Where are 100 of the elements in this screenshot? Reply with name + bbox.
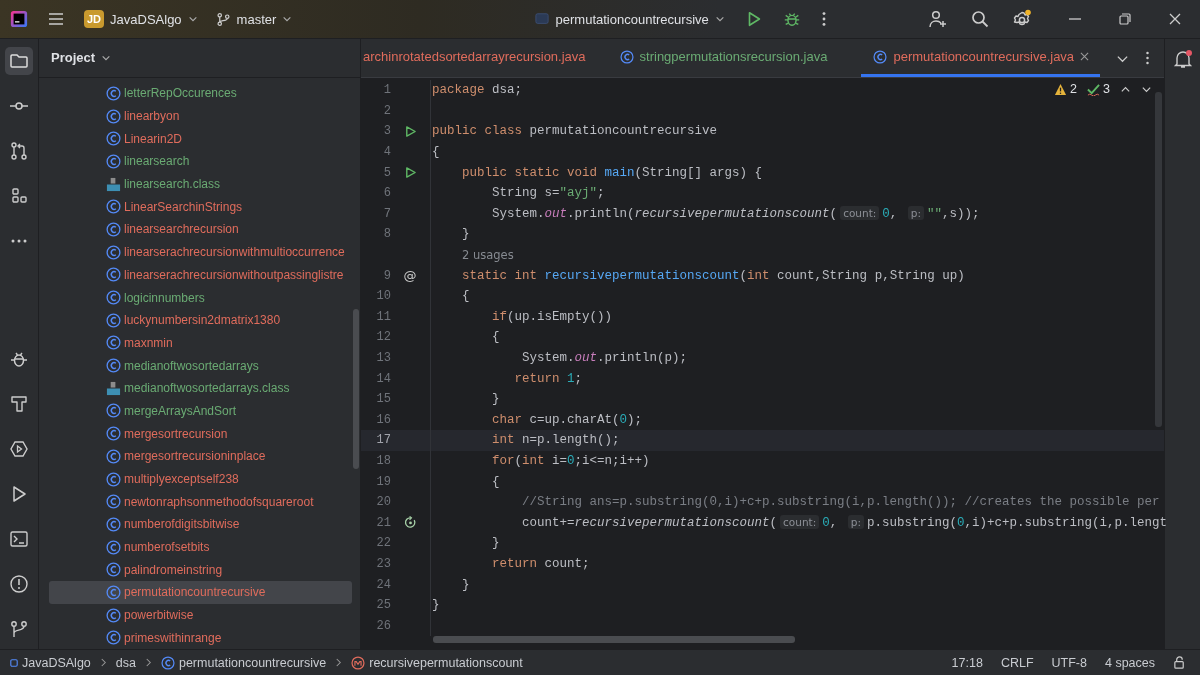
line-number: 20 [375, 495, 391, 510]
code-line: } [432, 598, 440, 613]
class-icon [160, 655, 175, 670]
app-logo-icon[interactable] [10, 10, 28, 28]
tree-item[interactable]: mergesortrecursion [49, 422, 352, 445]
code-line: } [461, 577, 470, 592]
breadcrumb[interactable]: JavaDSAlgo [10, 655, 91, 670]
code-line: } [491, 392, 500, 407]
code-line: System.out.println(p); [521, 351, 688, 365]
tree-item[interactable]: linearsearch [49, 150, 352, 173]
line-number: 3 [382, 124, 391, 139]
tree-item[interactable]: medianoftwosortedarrays [49, 354, 352, 377]
tree-item[interactable]: numberofdigitsbitwise [49, 513, 352, 536]
tree-item[interactable]: mergeArraysAndSort [49, 399, 352, 423]
code-line: char c=up.charAt(0); [491, 412, 643, 427]
breadcrumb[interactable]: recursivepermutationscount [351, 655, 523, 670]
line-number: 12 [375, 330, 391, 345]
tree-item[interactable]: LinearSearchinStrings [49, 195, 352, 219]
line-number: 21 [375, 515, 391, 530]
tree-item[interactable]: maxnmin [49, 331, 352, 355]
class-icon [106, 448, 121, 464]
tool-window-title[interactable]: Project [51, 50, 112, 66]
editor-tab[interactable]: permutationcountrecursive.java [861, 39, 1100, 77]
editor-tab[interactable]: stringpermutationsrecursion.java [619, 39, 840, 77]
tree-item[interactable]: linearserachrecursionwithoutpassinglistre [49, 263, 352, 287]
class-icon [106, 244, 121, 260]
tree-item[interactable]: Linearin2D [49, 127, 352, 151]
file-encoding[interactable]: UTF-8 [1051, 655, 1087, 670]
run-configuration-widget[interactable]: permutationcountrecursive [533, 11, 725, 27]
method-icon [351, 655, 366, 670]
more-icon[interactable] [820, 10, 827, 28]
class-icon [106, 426, 121, 442]
lock-icon[interactable] [1173, 656, 1186, 669]
tree-item[interactable]: linearserachrecursionwithmultioccurrence [49, 240, 352, 264]
class-icon [106, 267, 121, 283]
close-icon[interactable] [1080, 52, 1090, 61]
code-line: //String ans=p.substring(0,i)+c+p.substring(i,p.length()); //creates the possible per [521, 495, 1160, 510]
folder-icon[interactable] [5, 47, 33, 75]
tree-item[interactable]: luckynumbersin2dmatrix1380 [49, 308, 352, 332]
tree-item[interactable]: newtonraphsonmethodofsquareroot [49, 490, 352, 514]
class-file-icon [106, 380, 121, 396]
code-line: } [491, 536, 500, 551]
class-icon [106, 630, 121, 646]
class-icon [106, 562, 121, 578]
tree-item[interactable]: logicinnumbers [49, 286, 352, 309]
run-icon[interactable] [403, 125, 417, 138]
breadcrumb[interactable]: dsa [115, 655, 136, 670]
debug-icon[interactable] [782, 10, 801, 28]
tree-item[interactable]: multiplyexceptself238 [49, 467, 352, 491]
annotation-marker[interactable]: @ [403, 268, 417, 284]
editor-tab[interactable]: archinrotatedsortedarrayrecursion.java [361, 39, 598, 77]
warning-count[interactable]: 2 [1054, 82, 1078, 96]
project-widget[interactable]: JD JavaDSAlgo [84, 10, 198, 28]
more-icon[interactable] [1145, 50, 1150, 66]
vertical-scrollbar[interactable] [1155, 92, 1162, 427]
horizontal-scrollbar[interactable] [433, 636, 795, 643]
class-icon [106, 494, 121, 510]
tree-item[interactable]: linearbyon [49, 104, 352, 128]
line-number: 2 [382, 103, 391, 118]
search-icon[interactable] [970, 9, 990, 29]
line-number: 25 [375, 598, 391, 613]
line-number: 9 [382, 268, 391, 283]
usages-hint[interactable]: 2 usages [432, 247, 514, 262]
branch-widget[interactable]: master [215, 11, 293, 27]
code-line: { [491, 330, 500, 345]
code-line: String s="ayj"; [491, 186, 605, 201]
tree-item[interactable]: numberofsetbits [49, 535, 352, 559]
line-number: 6 [382, 186, 391, 201]
tree-item[interactable]: letterRepOccurences [49, 82, 352, 105]
line-number: 8 [382, 227, 391, 242]
code-line: public class permutationcountrecursive [432, 124, 718, 139]
indent-setting[interactable]: 4 spaces [1104, 655, 1155, 670]
class-icon [106, 358, 121, 374]
tree-item[interactable]: powerbitwise [49, 603, 352, 627]
line-number: 5 [382, 165, 391, 180]
tree-item[interactable]: medianoftwosortedarrays.class [49, 376, 352, 400]
code-line: { [491, 474, 500, 489]
tree-item[interactable]: palindromeinstring [49, 558, 352, 582]
code-line: return 1; [513, 371, 583, 386]
close-icon[interactable] [1168, 12, 1182, 26]
chevron-down-icon [187, 14, 198, 24]
run-icon[interactable] [403, 166, 417, 180]
code-line: count+=recursivepermutationscount( count: 0, p: p.substring(0,i)+c+p.substring(i,p.lengt [521, 515, 1168, 530]
tree-item[interactable]: linearsearch.class [49, 172, 352, 196]
chevron-right-icon [99, 658, 107, 667]
tree-item[interactable]: primeswithinrange [49, 626, 352, 649]
vertical-scrollbar[interactable] [353, 309, 359, 469]
tree-item[interactable]: linearsearchrecursion [49, 218, 352, 241]
code-line: for(int i=0;i<=n;i++) [491, 454, 650, 468]
tree-item[interactable]: permutationcountrecursive [49, 581, 352, 604]
code-line: public static void main(String[] args) { [461, 165, 763, 180]
breadcrumb[interactable]: permutationcountrecursive [160, 655, 327, 670]
line-separator[interactable]: CRLF [1000, 655, 1034, 670]
class-icon [106, 153, 121, 169]
weak-warning-count[interactable]: 3 [1087, 82, 1110, 96]
caret-position[interactable]: 17:18 [951, 655, 983, 670]
add-user-icon[interactable] [928, 9, 948, 29]
restore-icon[interactable] [1118, 12, 1132, 26]
tree-item[interactable]: mergesortrecursioninplace [49, 445, 352, 468]
line-number: 15 [375, 392, 391, 407]
